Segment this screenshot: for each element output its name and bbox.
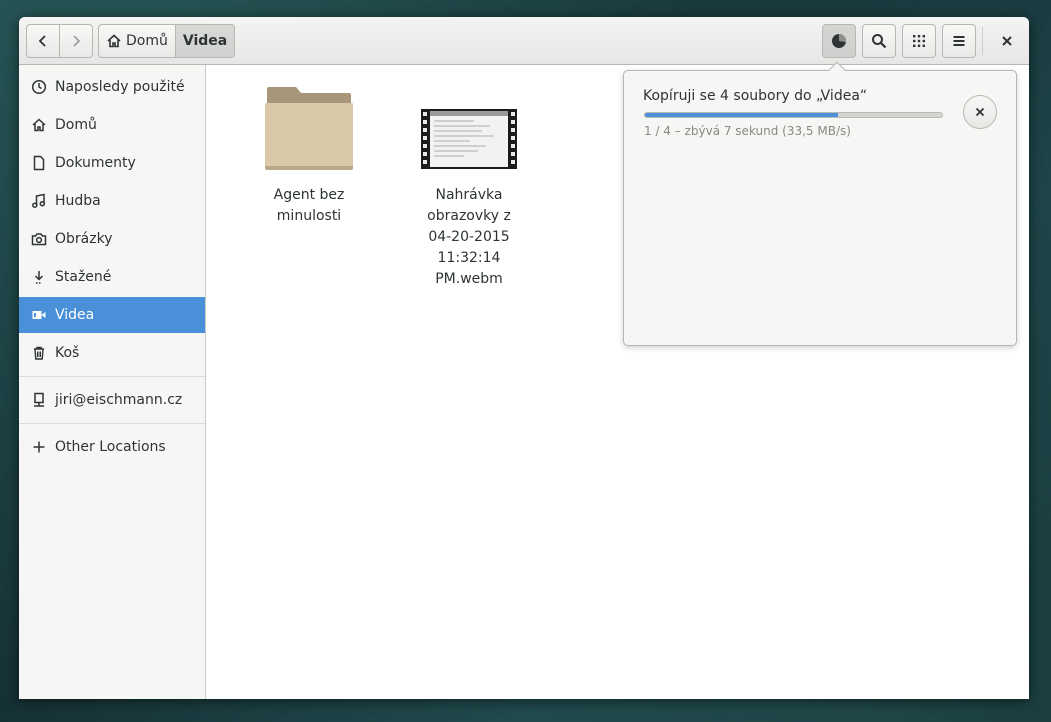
back-button[interactable] xyxy=(26,24,60,58)
header-bar: Domů Videa xyxy=(19,17,1029,65)
sidebar-separator xyxy=(19,423,205,424)
folder-icon xyxy=(265,87,353,170)
sidebar-item-label: Videa xyxy=(55,307,95,323)
sidebar-item-label: Obrázky xyxy=(55,231,113,247)
sidebar-item-label: Other Locations xyxy=(55,439,166,455)
plus-icon xyxy=(31,439,47,455)
home-icon xyxy=(31,117,47,133)
close-icon xyxy=(975,107,985,117)
sidebar-item-downloads[interactable]: Stažené xyxy=(19,259,205,295)
breadcrumb-home[interactable]: Domů xyxy=(98,24,176,58)
window-close-button[interactable] xyxy=(990,24,1024,58)
home-icon xyxy=(107,34,121,48)
file-item-folder[interactable]: Agent bez minulosti xyxy=(250,79,368,227)
sidebar-item-label: Koš xyxy=(55,345,80,361)
chevron-left-icon xyxy=(38,35,46,47)
video-icon xyxy=(31,307,47,323)
sidebar-item-documents[interactable]: Dokumenty xyxy=(19,145,205,181)
file-manager-window: Domů Videa Naposledy použité Domů Dokume… xyxy=(19,17,1029,699)
hamburger-icon xyxy=(953,36,965,46)
breadcrumb: Domů Videa xyxy=(98,24,236,58)
file-item-video[interactable]: Nahrávka obrazovky z 04-20-2015 11:32:14… xyxy=(410,79,528,290)
sidebar-item-pictures[interactable]: Obrázky xyxy=(19,221,205,257)
sidebar-separator xyxy=(19,376,205,377)
network-drive-icon xyxy=(31,392,47,408)
operation-title: Kopíruji se 4 soubory do „Videa“ xyxy=(643,88,868,104)
clock-icon xyxy=(31,79,47,95)
menu-button[interactable] xyxy=(942,24,976,58)
sidebar-item-other-locations[interactable]: Other Locations xyxy=(19,429,205,465)
sidebar-item-label: Stažené xyxy=(55,269,112,285)
operation-status: 1 / 4 – zbývá 7 sekund (33,5 MB/s) xyxy=(644,124,851,138)
search-button[interactable] xyxy=(862,24,896,58)
file-operations-popover: Kopíruji se 4 soubory do „Videa“ 1 / 4 –… xyxy=(623,61,1017,346)
close-icon xyxy=(1002,36,1012,46)
document-icon xyxy=(31,155,47,171)
navigation-buttons xyxy=(26,24,94,58)
operations-button[interactable] xyxy=(822,24,856,58)
sidebar-item-recent[interactable]: Naposledy použité xyxy=(19,69,205,105)
chevron-right-icon xyxy=(73,35,81,47)
sidebar-item-home[interactable]: Domů xyxy=(19,107,205,143)
search-icon xyxy=(872,34,887,49)
breadcrumb-current[interactable]: Videa xyxy=(174,24,236,58)
file-name: Agent bez minulosti xyxy=(273,187,345,224)
sidebar: Naposledy použité Domů Dokumenty Hudba O… xyxy=(19,65,206,699)
sidebar-item-label: jiri@eischmann.cz xyxy=(55,392,183,408)
music-icon xyxy=(31,193,47,209)
forward-button[interactable] xyxy=(59,24,93,58)
header-separator xyxy=(982,27,983,55)
operation-progress-fill xyxy=(645,113,839,117)
pie-progress-icon xyxy=(832,34,847,48)
cancel-operation-button[interactable] xyxy=(963,95,997,129)
camera-icon xyxy=(31,231,47,247)
sidebar-item-trash[interactable]: Koš xyxy=(19,335,205,371)
operation-progress-bar xyxy=(644,112,943,118)
sidebar-item-label: Hudba xyxy=(55,193,101,209)
sidebar-item-label: Domů xyxy=(55,117,97,133)
sidebar-item-music[interactable]: Hudba xyxy=(19,183,205,219)
sidebar-item-videos[interactable]: Videa xyxy=(19,297,205,333)
trash-icon xyxy=(31,345,47,361)
sidebar-item-label: Naposledy použité xyxy=(55,79,185,95)
view-mode-button[interactable] xyxy=(902,24,936,58)
breadcrumb-home-label: Domů xyxy=(126,33,168,49)
file-name: Nahrávka obrazovky z 04-20-2015 11:32:14… xyxy=(427,187,511,287)
video-thumbnail-icon xyxy=(421,109,517,169)
download-icon xyxy=(31,269,47,285)
breadcrumb-current-label: Videa xyxy=(182,33,228,49)
grid-icon xyxy=(913,35,925,47)
sidebar-item-network[interactable]: jiri@eischmann.cz xyxy=(19,382,205,418)
sidebar-item-label: Dokumenty xyxy=(55,155,136,171)
